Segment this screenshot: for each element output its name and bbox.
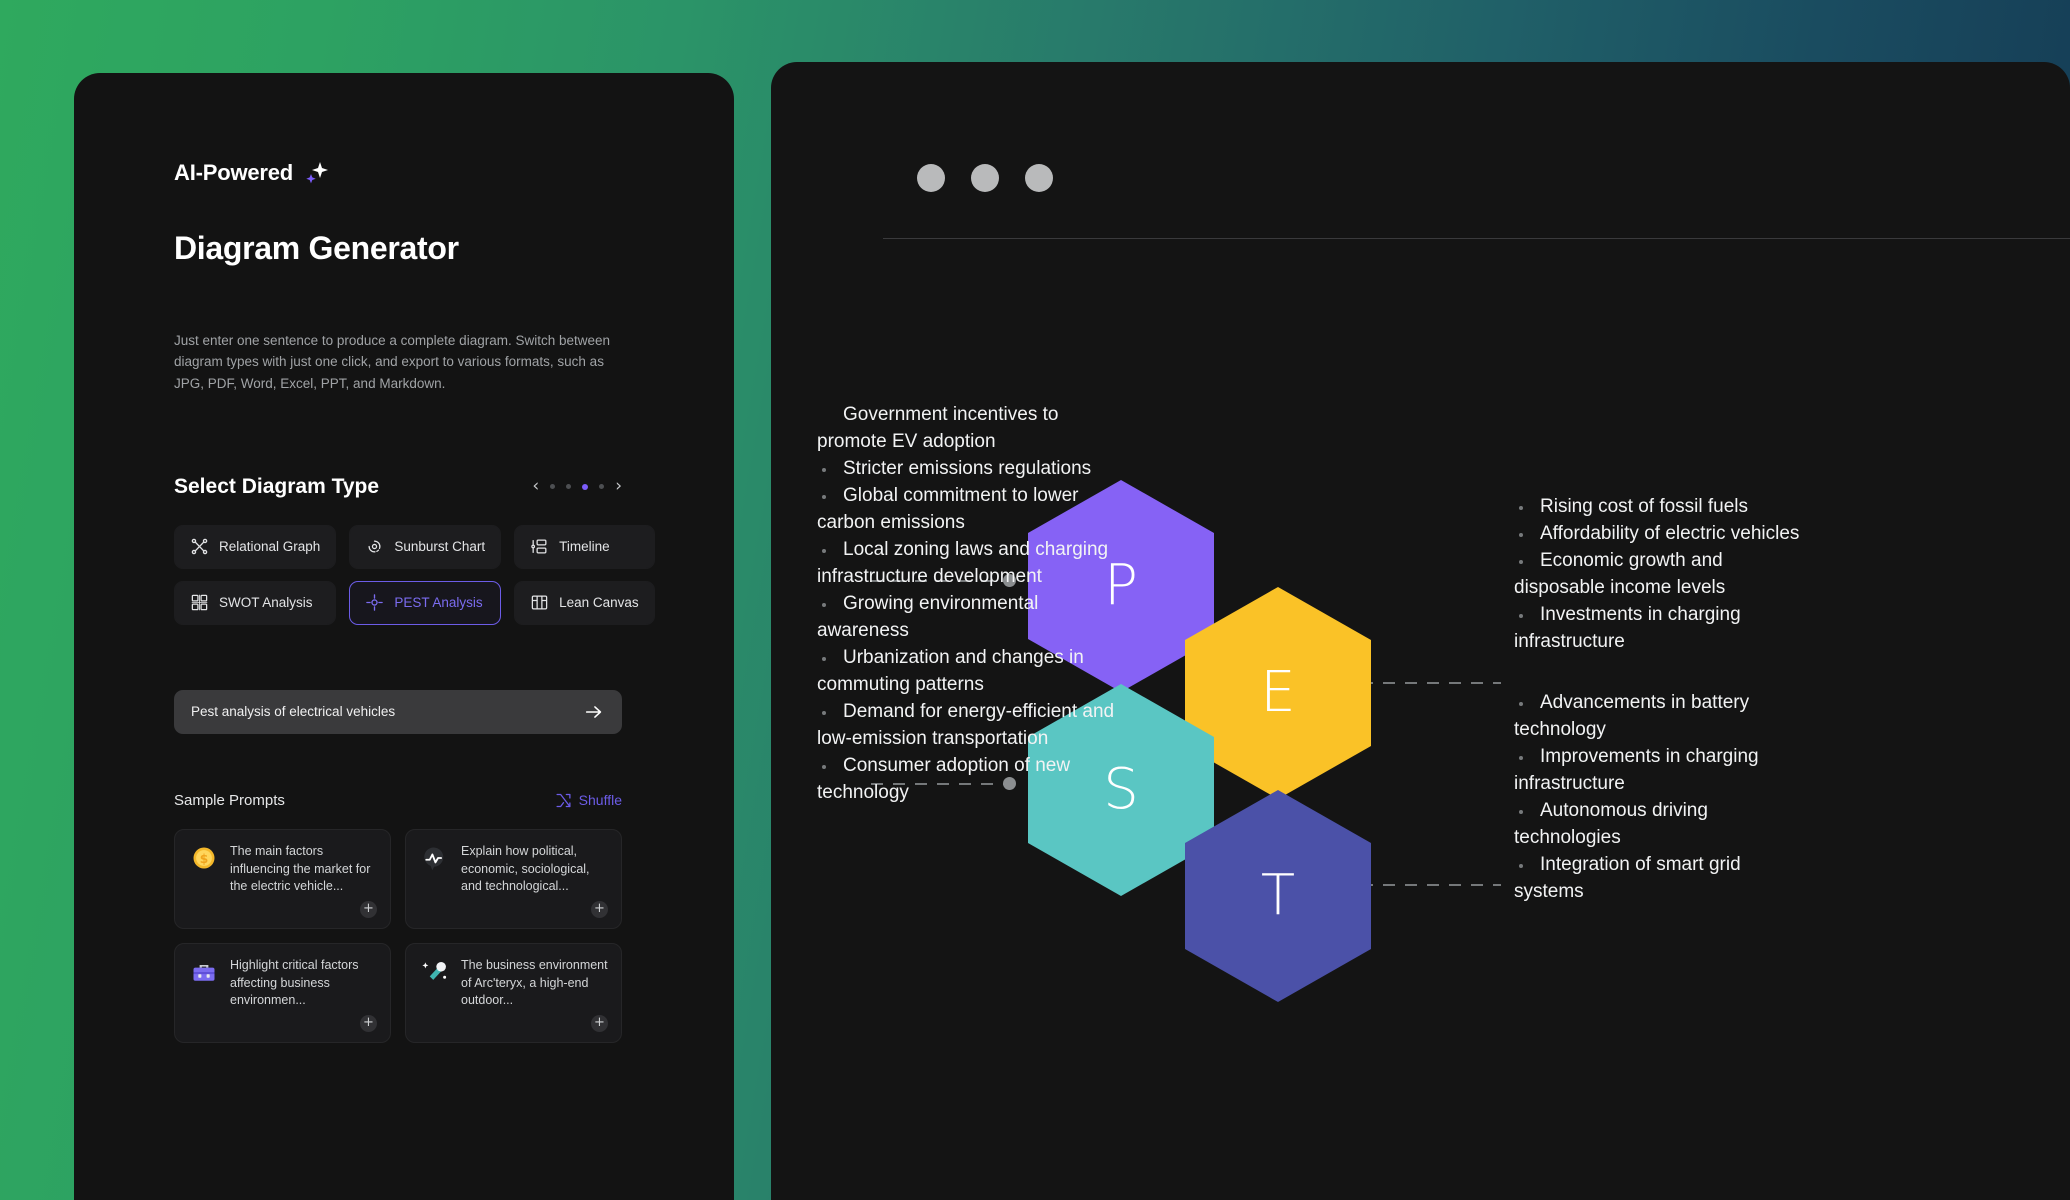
technological-items-list: Advancements in battery technology Impro… — [1514, 690, 1814, 906]
technological-item: Integration of smart grid systems — [1514, 852, 1814, 906]
svg-text:$: $ — [200, 852, 209, 866]
hexagon-letter: T — [1260, 863, 1296, 928]
ai-powered-label: AI-Powered — [174, 160, 294, 185]
sample-prompt-cards: $ The main factors influencing the marke… — [174, 828, 622, 1043]
page-title: Diagram Generator — [174, 230, 459, 266]
political-item: Consumer adoption of new technology — [817, 753, 1117, 807]
pager-prev-icon[interactable]: ‹ — [532, 478, 539, 495]
ai-powered-badge: AI-Powered — [174, 160, 622, 186]
political-items-list: Government incentives to promote EV adop… — [817, 402, 1117, 807]
type-button-timeline[interactable]: Timeline — [514, 524, 655, 569]
sample-prompt-card[interactable]: Highlight critical factors affecting bus… — [174, 942, 391, 1043]
sunburst-chart-icon — [368, 540, 381, 554]
sample-prompt-card[interactable]: $ The main factors influencing the marke… — [174, 828, 391, 929]
arrow-right-icon[interactable] — [583, 701, 605, 723]
type-button-label: PEST Analysis — [394, 595, 483, 611]
type-button-label: Timeline — [559, 539, 610, 555]
technological-item: Autonomous driving technologies — [1514, 798, 1814, 852]
sample-prompt-text: Highlight critical factors affecting bus… — [230, 957, 359, 1008]
hexagon-letter: E — [1260, 660, 1296, 725]
pager-next-icon[interactable]: › — [615, 478, 622, 495]
connector-economic — [1361, 682, 1501, 684]
shuffle-button[interactable]: Shuffle — [555, 792, 622, 809]
sample-prompt-text: The business environment of Arc'teryx, a… — [461, 957, 608, 1008]
lean-canvas-icon — [531, 596, 548, 610]
diagram-type-grid: Relational Graph Sunburst Chart Timeline — [174, 524, 655, 625]
type-button-relational-graph[interactable]: Relational Graph — [174, 524, 337, 569]
pager-dot[interactable] — [566, 484, 572, 490]
pest-analysis-icon — [366, 594, 384, 612]
political-item: Global commitment to lower carbon emissi… — [817, 483, 1117, 537]
type-button-label: SWOT Analysis — [219, 595, 313, 611]
prompt-input[interactable]: Pest analysis of electrical vehicles — [174, 689, 622, 734]
chart-line-icon — [424, 847, 444, 871]
political-item: Local zoning laws and charging infrastru… — [817, 537, 1117, 591]
pager-dot[interactable] — [599, 484, 605, 490]
section-title: Select Diagram Type — [174, 474, 380, 498]
economic-item: Affordability of electric vehicles — [1514, 521, 1800, 548]
political-item: Growing environmental awareness — [817, 591, 1117, 645]
sample-prompts-header: Sample Prompts Shuffle — [174, 792, 622, 809]
economic-item: Economic growth and disposable income le… — [1514, 548, 1800, 602]
pager-dot-active[interactable] — [582, 483, 589, 490]
prompt-input-value[interactable]: Pest analysis of electrical vehicles — [191, 704, 583, 719]
swot-analysis-icon — [191, 595, 208, 611]
technological-item: Improvements in charging infrastructure — [1514, 744, 1814, 798]
economic-item: Investments in charging infrastructure — [1514, 602, 1800, 656]
timeline-icon — [531, 540, 547, 554]
coin-dollar-icon: $ — [193, 847, 215, 869]
technological-item: Advancements in battery technology — [1514, 690, 1814, 744]
sample-prompt-card[interactable]: The business environment of Arc'teryx, a… — [405, 942, 622, 1043]
sample-prompts-title: Sample Prompts — [174, 791, 285, 809]
type-button-pest-analysis[interactable]: PEST Analysis — [349, 580, 502, 625]
type-button-label: Sunburst Chart — [394, 539, 486, 555]
relational-graph-icon — [191, 539, 208, 555]
right-panel: P E S T Government incentives to promote… — [771, 62, 2070, 1200]
add-prompt-button[interactable]: + — [360, 1014, 377, 1032]
type-button-label: Lean Canvas — [559, 595, 639, 611]
sample-prompt-text: The main factors influencing the market … — [230, 843, 371, 894]
political-item: Urbanization and changes in commuting pa… — [817, 645, 1117, 699]
sample-prompt-text: Explain how political, economic, sociolo… — [461, 843, 590, 894]
add-prompt-button[interactable]: + — [591, 900, 608, 918]
type-button-label: Relational Graph — [219, 539, 321, 555]
political-item: Stricter emissions regulations — [817, 456, 1117, 483]
pager-dot[interactable] — [550, 484, 556, 490]
select-diagram-type-header: Select Diagram Type ‹ › — [174, 475, 622, 499]
economic-items-list: Rising cost of fossil fuels Affordabilit… — [1514, 494, 1800, 656]
shuffle-label: Shuffle — [578, 792, 622, 809]
left-panel: AI-Powered Diagram Generator Just enter … — [74, 73, 734, 1200]
sparkle-icon — [303, 160, 329, 186]
type-button-sunburst-chart[interactable]: Sunburst Chart — [349, 524, 502, 569]
shuffle-icon — [556, 793, 571, 808]
type-button-lean-canvas[interactable]: Lean Canvas — [514, 580, 655, 625]
add-prompt-button[interactable]: + — [360, 900, 377, 918]
political-item: Demand for energy-efficient and low-emis… — [817, 699, 1117, 753]
type-button-swot-analysis[interactable]: SWOT Analysis — [174, 580, 337, 625]
page-description: Just enter one sentence to produce a com… — [174, 333, 611, 391]
microphone-icon — [422, 961, 447, 980]
connector-technological — [1361, 884, 1501, 886]
briefcase-icon — [193, 964, 215, 981]
economic-item: Rising cost of fossil fuels — [1514, 494, 1800, 521]
type-pager[interactable]: ‹ › — [532, 478, 622, 495]
sample-prompt-card[interactable]: Explain how political, economic, sociolo… — [405, 828, 622, 929]
political-item: Government incentives to promote EV adop… — [817, 404, 1059, 452]
add-prompt-button[interactable]: + — [591, 1014, 608, 1032]
diagram-canvas[interactable]: P E S T Government incentives to promote… — [771, 62, 2070, 1200]
